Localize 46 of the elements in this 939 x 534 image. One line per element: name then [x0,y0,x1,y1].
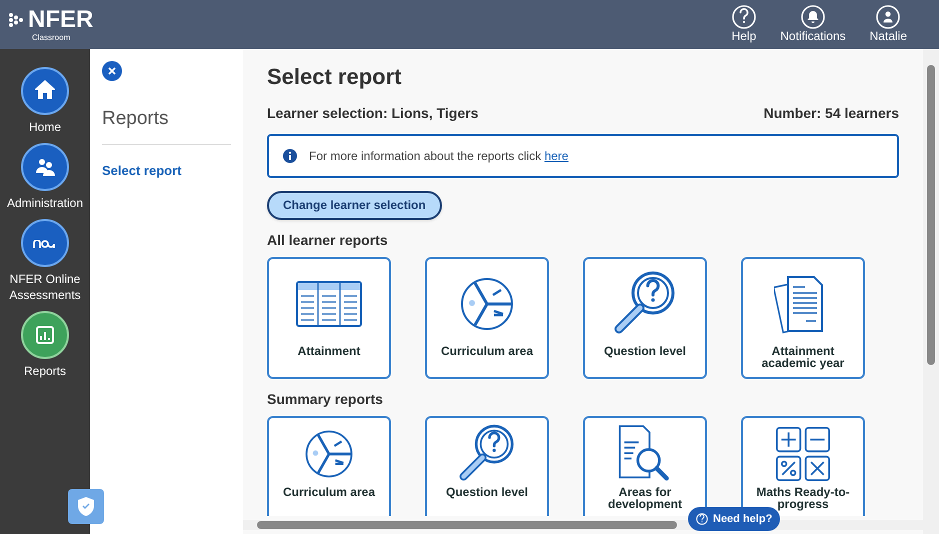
learner-selection: Learner selection: Lions, Tigers [267,104,478,123]
info-icon [283,148,297,162]
bell-icon [800,5,825,29]
info-link[interactable]: here [544,148,568,162]
nav-item[interactable]: Reports [0,311,90,379]
shield-check-icon [77,496,95,517]
nav-item[interactable]: NFER Online Assessments [0,219,90,303]
section-title: Summary reports [267,390,384,409]
header-action[interactable]: Natalie [870,5,907,44]
help-icon [732,5,756,29]
page-title: Select report [267,63,402,90]
section-title: All learner reports [267,230,389,250]
report-card[interactable]: Areas for development [583,416,707,516]
pie-chart-icon [460,276,514,330]
table-icon [296,280,362,326]
logo-text: NFER [28,8,94,32]
close-icon [108,67,116,75]
pie-chart-icon [304,429,354,478]
report-card[interactable]: Attainment [267,256,391,378]
help-icon [696,513,708,525]
magnifier-question-icon [613,270,677,336]
change-selection-button[interactable]: Change learner selection [267,190,442,220]
nav-item[interactable]: Administration [0,143,90,211]
nav-item[interactable]: Home [0,67,90,135]
people-icon [36,159,55,176]
report-card[interactable]: Curriculum area [425,256,549,378]
magnifier-question-icon [458,424,516,484]
header-action[interactable]: Help [732,5,756,44]
learner-count: Number: 54 learners [764,104,899,122]
logo-dots-icon [8,12,24,28]
maths-operators-icon [775,426,831,482]
report-card[interactable]: Question level [425,416,549,516]
logo-subtitle: Classroom [32,34,70,42]
header-action[interactable]: Notifications [780,5,846,44]
house-icon [35,80,55,99]
report-chart-icon [36,326,54,344]
panel-title: Reports [102,105,231,144]
user-icon [876,5,900,29]
report-card[interactable]: Curriculum area [267,416,391,516]
report-card[interactable]: Maths Ready-to-progress [741,416,865,516]
report-card[interactable]: Question level [583,256,707,378]
noa-logo-icon [33,240,55,249]
report-card[interactable]: Attainment academic year [741,256,865,378]
close-button[interactable] [102,61,122,81]
subnav-link[interactable]: Select report [102,160,231,180]
info-text: For more information about the reports click here [309,148,568,164]
